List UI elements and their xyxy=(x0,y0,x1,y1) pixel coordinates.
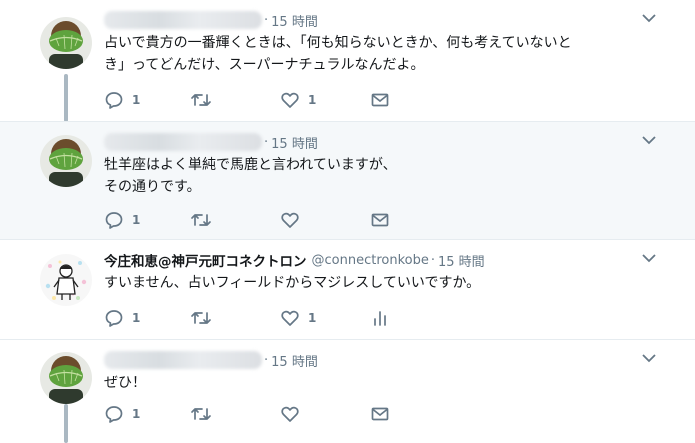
analytics-icon xyxy=(374,311,386,326)
like-count: 1 xyxy=(308,93,317,107)
reply-button[interactable]: 1 xyxy=(104,308,140,328)
avatar[interactable] xyxy=(40,352,92,404)
like-icon xyxy=(281,310,299,326)
like-count: 1 xyxy=(308,311,317,325)
blurred-name xyxy=(104,133,262,151)
reply-icon xyxy=(105,310,123,327)
avatar[interactable] xyxy=(40,254,92,306)
tweet-text: 占いで貴方の一番輝くときは、「何も知らないときか、何も考えていないと き」ってど… xyxy=(104,32,644,76)
chevron-down-icon[interactable] xyxy=(641,252,657,264)
avatar[interactable] xyxy=(40,135,92,187)
reply-button[interactable]: 1 xyxy=(104,210,140,230)
tweet-text-line: き」ってどんだけ、スーパーナチュラルなんだよ。 xyxy=(104,57,425,73)
tweet-text-line: その通りです。 xyxy=(104,179,201,195)
message-button[interactable] xyxy=(370,90,390,110)
blurred-name xyxy=(104,11,262,29)
tweet-text-line: すいません、占いフィールドからマジレスしていいですか。 xyxy=(104,275,481,291)
like-icon xyxy=(281,406,299,422)
message-icon xyxy=(371,93,389,107)
like-icon xyxy=(281,212,299,228)
chevron-down-icon[interactable] xyxy=(641,134,657,146)
blurred-name xyxy=(104,351,262,369)
tweet-header: 今庄和恵@神戸元町コネクトロン @connectronkobe · 15 時間 xyxy=(104,250,485,271)
display-name[interactable]: 今庄和恵@神戸元町コネクトロン xyxy=(104,250,307,270)
message-icon xyxy=(371,407,389,421)
reply-count: 1 xyxy=(132,213,141,227)
retweet-icon xyxy=(191,94,211,106)
reply-count: 1 xyxy=(132,93,141,107)
retweet-icon xyxy=(191,312,211,324)
retweet-button[interactable] xyxy=(190,210,212,230)
reply-icon xyxy=(105,92,123,109)
user-handle[interactable]: @connectronkobe xyxy=(312,253,429,268)
like-icon xyxy=(281,92,299,108)
tweet-header: · 15 時間 xyxy=(104,10,318,30)
tweet-text-line: ぜひ！ xyxy=(104,375,146,391)
separator-dot: · xyxy=(430,252,435,268)
message-button[interactable] xyxy=(370,210,390,230)
message-icon xyxy=(371,213,389,227)
timestamp[interactable]: 15 時間 xyxy=(271,133,318,152)
like-button[interactable] xyxy=(280,210,300,230)
tweet-text: すいません、占いフィールドからマジレスしていいですか。 xyxy=(104,272,644,294)
reply-count: 1 xyxy=(132,407,141,421)
tweet-text-line: 占いで貴方の一番輝くときは、「何も知らないときか、何も考えていないと xyxy=(104,35,572,51)
reply-button[interactable]: 1 xyxy=(104,404,140,424)
chevron-down-icon[interactable] xyxy=(641,12,657,24)
reply-button[interactable]: 1 xyxy=(104,90,140,110)
reply-count: 1 xyxy=(132,311,141,325)
timestamp[interactable]: 15 時間 xyxy=(271,351,318,370)
retweet-button[interactable] xyxy=(190,404,212,424)
like-button[interactable]: 1 xyxy=(280,90,316,110)
message-button[interactable] xyxy=(370,404,390,424)
timestamp[interactable]: 15 時間 xyxy=(438,251,485,270)
like-button[interactable]: 1 xyxy=(280,308,316,328)
conversation-thread: · 15 時間 占いで貴方の一番輝くときは、「何も知らないときか、何も考えていな… xyxy=(0,0,695,443)
tweet-text-line: 牡羊座はよく単純で馬鹿と言われていますが、 xyxy=(104,157,397,173)
tweet[interactable]: 今庄和恵@神戸元町コネクトロン @connectronkobe · 15 時間 … xyxy=(0,240,695,340)
separator-dot: · xyxy=(264,352,269,368)
chevron-down-icon[interactable] xyxy=(641,352,657,364)
like-button[interactable] xyxy=(280,404,300,424)
tweet-header: · 15 時間 xyxy=(104,132,318,152)
retweet-button[interactable] xyxy=(190,90,212,110)
separator-dot: · xyxy=(264,12,269,28)
separator-dot: · xyxy=(264,134,269,150)
tweet-text: 牡羊座はよく単純で馬鹿と言われていますが、 その通りです。 xyxy=(104,154,644,198)
retweet-button[interactable] xyxy=(190,308,212,328)
reply-icon xyxy=(105,212,123,229)
tweet-text: ぜひ！ xyxy=(104,372,644,394)
reply-icon xyxy=(105,406,123,423)
tweet[interactable]: · 15 時間 ぜひ！ 1 xyxy=(0,340,695,443)
tweet-header: · 15 時間 xyxy=(104,350,318,370)
retweet-icon xyxy=(191,214,211,226)
tweet[interactable]: · 15 時間 占いで貴方の一番輝くときは、「何も知らないときか、何も考えていな… xyxy=(0,0,695,122)
timestamp[interactable]: 15 時間 xyxy=(271,11,318,30)
retweet-icon xyxy=(191,408,211,420)
tweet[interactable]: · 15 時間 牡羊座はよく単純で馬鹿と言われていますが、 その通りです。 1 xyxy=(0,122,695,240)
avatar[interactable] xyxy=(40,17,92,69)
analytics-button[interactable] xyxy=(370,308,390,328)
